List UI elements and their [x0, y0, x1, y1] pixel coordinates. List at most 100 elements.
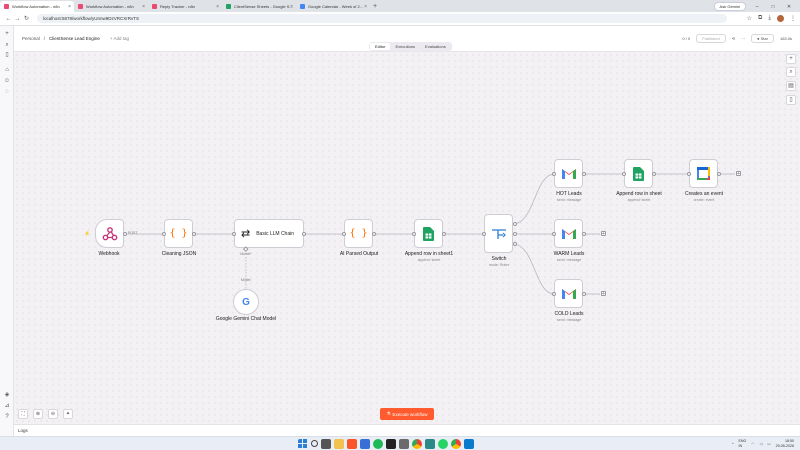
tab-executions[interactable]: Executions [390, 43, 420, 50]
output-port[interactable] [442, 232, 446, 236]
templates-icon[interactable]: ◈ [3, 391, 11, 399]
published-button[interactable]: Published [696, 34, 726, 43]
add-tag-button[interactable]: + Add tag [110, 36, 129, 41]
add-node-button[interactable]: + [786, 54, 796, 64]
node-warm-leads[interactable] [554, 219, 583, 248]
input-port[interactable] [232, 232, 236, 236]
clock[interactable]: 18:50 29-05-2026 [776, 439, 794, 448]
input-port[interactable] [552, 172, 556, 176]
vscode-icon[interactable] [464, 439, 474, 449]
search-icon[interactable] [311, 440, 318, 447]
home-icon[interactable]: ⌂ [3, 66, 11, 74]
execute-workflow-button[interactable]: ⚗ Execute workflow [380, 408, 434, 420]
url-input[interactable]: localhost:5678/workflow/yUnnw9DzVRCXrRvT… [37, 14, 727, 23]
language-indicator[interactable]: ENG IN [739, 439, 747, 448]
extensions-icon[interactable]: ⧉ [758, 15, 762, 22]
notes-icon[interactable]: ▤ [786, 81, 796, 91]
more-icon[interactable]: ⋯ [741, 36, 745, 41]
node-cold-leads[interactable] [554, 279, 583, 308]
close-icon[interactable]: × [364, 4, 367, 10]
input-port[interactable] [552, 232, 556, 236]
output-port[interactable] [717, 172, 721, 176]
minimize-icon[interactable]: – [752, 4, 762, 10]
store-icon[interactable] [360, 439, 370, 449]
brave-icon[interactable] [347, 439, 357, 449]
whatsapp-icon[interactable] [438, 439, 448, 449]
browser-tab[interactable]: Workflow Automation - n8n × [0, 1, 74, 12]
node-creates-event[interactable] [689, 159, 718, 188]
output-port[interactable] [302, 232, 306, 236]
volume-icon[interactable]: ◁ [759, 442, 762, 446]
output-port-1[interactable] [513, 232, 517, 236]
close-icon[interactable]: × [68, 4, 71, 10]
windows-start-icon[interactable] [298, 439, 308, 449]
battery-icon[interactable]: ▭ [767, 442, 770, 446]
input-port[interactable] [687, 172, 691, 176]
output-port[interactable] [123, 232, 127, 236]
forward-icon[interactable]: → [13, 16, 22, 22]
spotify-icon[interactable] [373, 439, 383, 449]
node-basic-llm-chain[interactable]: ⇄ Basic LLM Chain [234, 219, 304, 248]
avatar[interactable] [777, 15, 784, 22]
input-port[interactable] [482, 232, 486, 236]
output-port[interactable] [192, 232, 196, 236]
node-append-row-sheet1[interactable] [414, 219, 443, 248]
input-port[interactable] [622, 172, 626, 176]
zoom-in-button[interactable]: ⊕ [33, 409, 43, 419]
output-port[interactable] [372, 232, 376, 236]
chat-icon[interactable]: ◌ [3, 88, 11, 96]
help-icon[interactable]: ? [3, 413, 11, 421]
output-port[interactable] [652, 172, 656, 176]
history-icon[interactable]: ⟲ [732, 36, 735, 41]
reload-icon[interactable]: ↻ [22, 15, 31, 22]
input-port[interactable] [412, 232, 416, 236]
node-hot-leads[interactable] [554, 159, 583, 188]
close-window-icon[interactable]: ✕ [784, 4, 794, 10]
panel-toggle-icon[interactable]: ▯ [786, 95, 796, 105]
output-port-2[interactable] [513, 242, 517, 246]
node-ai-parsed-output[interactable]: { } [344, 219, 373, 248]
task-view-icon[interactable] [321, 439, 331, 449]
breadcrumb-personal[interactable]: Personal [22, 36, 40, 41]
logs-panel[interactable]: Logs [14, 424, 800, 436]
node-gemini-chat-model[interactable]: G [233, 289, 259, 315]
browser-tab[interactable]: Reply Tracker - n8n × [148, 1, 222, 12]
zoom-out-button[interactable]: ⊖ [48, 409, 58, 419]
add-node-icon[interactable]: + [601, 231, 606, 237]
browser-tab[interactable]: Workflow Automation - n8n × [74, 1, 148, 12]
tab-evaluations[interactable]: Evaluations [420, 43, 451, 50]
search-icon[interactable]: ⌕ [3, 41, 11, 49]
add-node-icon[interactable]: + [736, 171, 741, 177]
tray-chevron-icon[interactable]: ^ [732, 442, 734, 446]
input-port[interactable] [342, 232, 346, 236]
workflow-name[interactable]: ClientSense Lead Engine [49, 36, 100, 41]
user-icon[interactable]: ☺ [3, 77, 11, 85]
close-icon[interactable]: × [216, 4, 219, 10]
star-button[interactable]: ● Star [751, 34, 774, 43]
bookmark-icon[interactable]: ☆ [747, 15, 752, 22]
download-icon[interactable]: ⤓ [768, 15, 771, 22]
close-icon[interactable]: × [290, 4, 293, 10]
new-tab-icon[interactable]: + [370, 1, 380, 12]
insights-icon[interactable]: ⊿ [3, 402, 11, 410]
fit-view-button[interactable]: ⛶ [18, 409, 28, 419]
add-icon[interactable]: + [3, 30, 11, 38]
wifi-icon[interactable]: ◠ [751, 442, 754, 446]
back-icon[interactable]: ← [4, 16, 13, 22]
node-switch[interactable] [484, 214, 513, 253]
output-port[interactable] [582, 232, 586, 236]
app-icon[interactable] [425, 439, 435, 449]
panel-icon[interactable]: ▯ [3, 51, 11, 59]
workflow-canvas[interactable] [14, 52, 800, 424]
node-append-row-sheet[interactable] [624, 159, 653, 188]
app-icon[interactable] [386, 439, 396, 449]
file-explorer-icon[interactable] [334, 439, 344, 449]
ask-gemini-button[interactable]: Ask Gemini [713, 2, 746, 11]
output-port[interactable] [582, 172, 586, 176]
output-port[interactable] [582, 292, 586, 296]
close-icon[interactable]: × [142, 4, 145, 10]
app-icon[interactable] [399, 439, 409, 449]
chrome-icon[interactable] [412, 439, 422, 449]
node-cleaning-json[interactable]: { } [164, 219, 193, 248]
output-port-0[interactable] [513, 222, 517, 226]
